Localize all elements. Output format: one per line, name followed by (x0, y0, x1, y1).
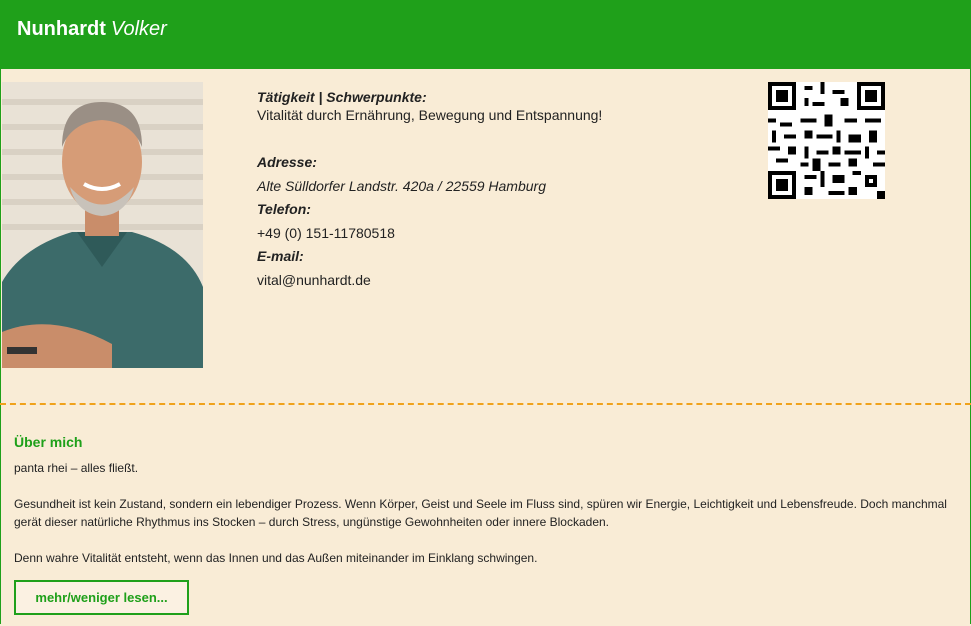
qr-code-icon (768, 82, 885, 199)
about-paragraph-3: Denn wahre Vitalität entsteht, wenn das … (14, 551, 538, 565)
about-paragraph-1: panta rhei – alles fließt. (14, 461, 139, 475)
about-paragraph-2: Gesundheit ist kein Zustand, sondern ein… (14, 497, 947, 529)
activity-value: Vitalität durch Ernährung, Bewegung und … (257, 107, 603, 123)
read-more-button[interactable]: mehr/weniger lesen... (14, 580, 189, 615)
header-bar: Nunhardt Volker (0, 0, 971, 69)
first-name: Volker (110, 18, 167, 40)
activity-label: Tätigkeit | Schwerpunkte: (257, 89, 427, 105)
email-label: E-mail: (257, 248, 304, 264)
phone-value[interactable]: +49 (0) 151-11780518 (257, 225, 395, 241)
email-value[interactable]: vital@nunhardt.de (257, 272, 371, 288)
phone-label: Telefon: (257, 201, 311, 217)
address-label: Adresse: (257, 154, 317, 170)
section-divider (0, 403, 971, 405)
about-title: Über mich (14, 434, 83, 450)
profile-photo (2, 82, 203, 368)
address-value: Alte Sülldorfer Landstr. 420a / 22559 Ha… (257, 178, 546, 194)
last-name: Nunhardt (17, 18, 106, 40)
header-name: Nunhardt Volker (17, 17, 167, 41)
